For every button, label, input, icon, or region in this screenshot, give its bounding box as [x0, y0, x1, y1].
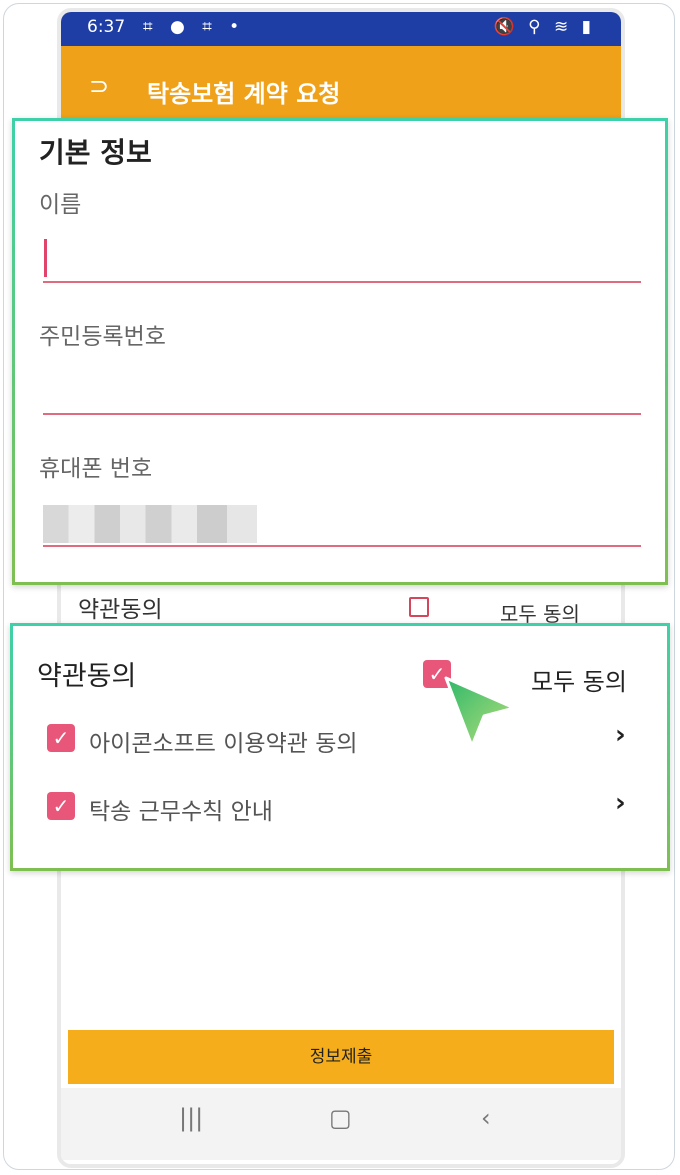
status-bar: 6:37 ⌗ ● ⌗ • 🔇 ⚲ ≋ ▮ — [61, 12, 621, 46]
app-bar: ⊃ 탁송보험 계약 요청 — [61, 46, 621, 128]
system-icons: 🔇 ⚲ ≋ ▮ — [493, 17, 595, 37]
android-nav-bar: ||| ▢ ‹ — [61, 1088, 621, 1160]
submit-button[interactable]: 정보제출 — [68, 1030, 614, 1084]
page-title: 탁송보험 계약 요청 — [147, 80, 341, 108]
status-time: 6:37 — [87, 17, 126, 37]
notification-icons: ⌗ ● ⌗ • — [143, 17, 246, 37]
back-arrow-icon[interactable]: ⊃ — [89, 72, 109, 100]
agree-all-label: 모두 동의 — [531, 668, 627, 696]
phone-input[interactable] — [43, 545, 641, 547]
basic-info-callout: 기본 정보 이름 주민등록번호 휴대폰 번호 — [12, 118, 668, 585]
rrn-input[interactable] — [43, 413, 641, 415]
background-agree-all-checkbox[interactable] — [409, 597, 429, 617]
term-label-1[interactable]: 아이콘소프트 이용약관 동의 — [89, 724, 358, 758]
terms-callout: 약관동의 ✓ 모두 동의 ✓ 아이콘소프트 이용약관 동의 › ✓ 탁송 근무수… — [10, 623, 670, 871]
term-checkbox-2[interactable]: ✓ — [47, 792, 75, 820]
back-icon[interactable]: ‹ — [481, 1104, 491, 1132]
section-title-terms: 약관동의 — [37, 661, 137, 692]
name-input[interactable] — [43, 281, 641, 283]
name-label: 이름 — [39, 192, 82, 218]
text-cursor — [44, 239, 47, 277]
home-icon[interactable]: ▢ — [329, 1104, 352, 1132]
recent-apps-icon[interactable]: ||| — [179, 1104, 203, 1132]
section-title-basic-info: 기본 정보 — [39, 136, 152, 169]
term-checkbox-1[interactable]: ✓ — [47, 724, 75, 752]
term-label-2[interactable]: 탁송 근무수칙 안내 — [89, 792, 273, 826]
background-terms-title: 약관동의 — [78, 597, 163, 623]
chevron-right-icon[interactable]: › — [615, 720, 626, 750]
rrn-label: 주민등록번호 — [39, 324, 166, 350]
chevron-right-icon[interactable]: › — [615, 788, 626, 818]
pointer-cursor-icon — [444, 676, 516, 748]
phone-label: 휴대폰 번호 — [39, 456, 153, 482]
phone-value-blurred — [43, 505, 257, 543]
